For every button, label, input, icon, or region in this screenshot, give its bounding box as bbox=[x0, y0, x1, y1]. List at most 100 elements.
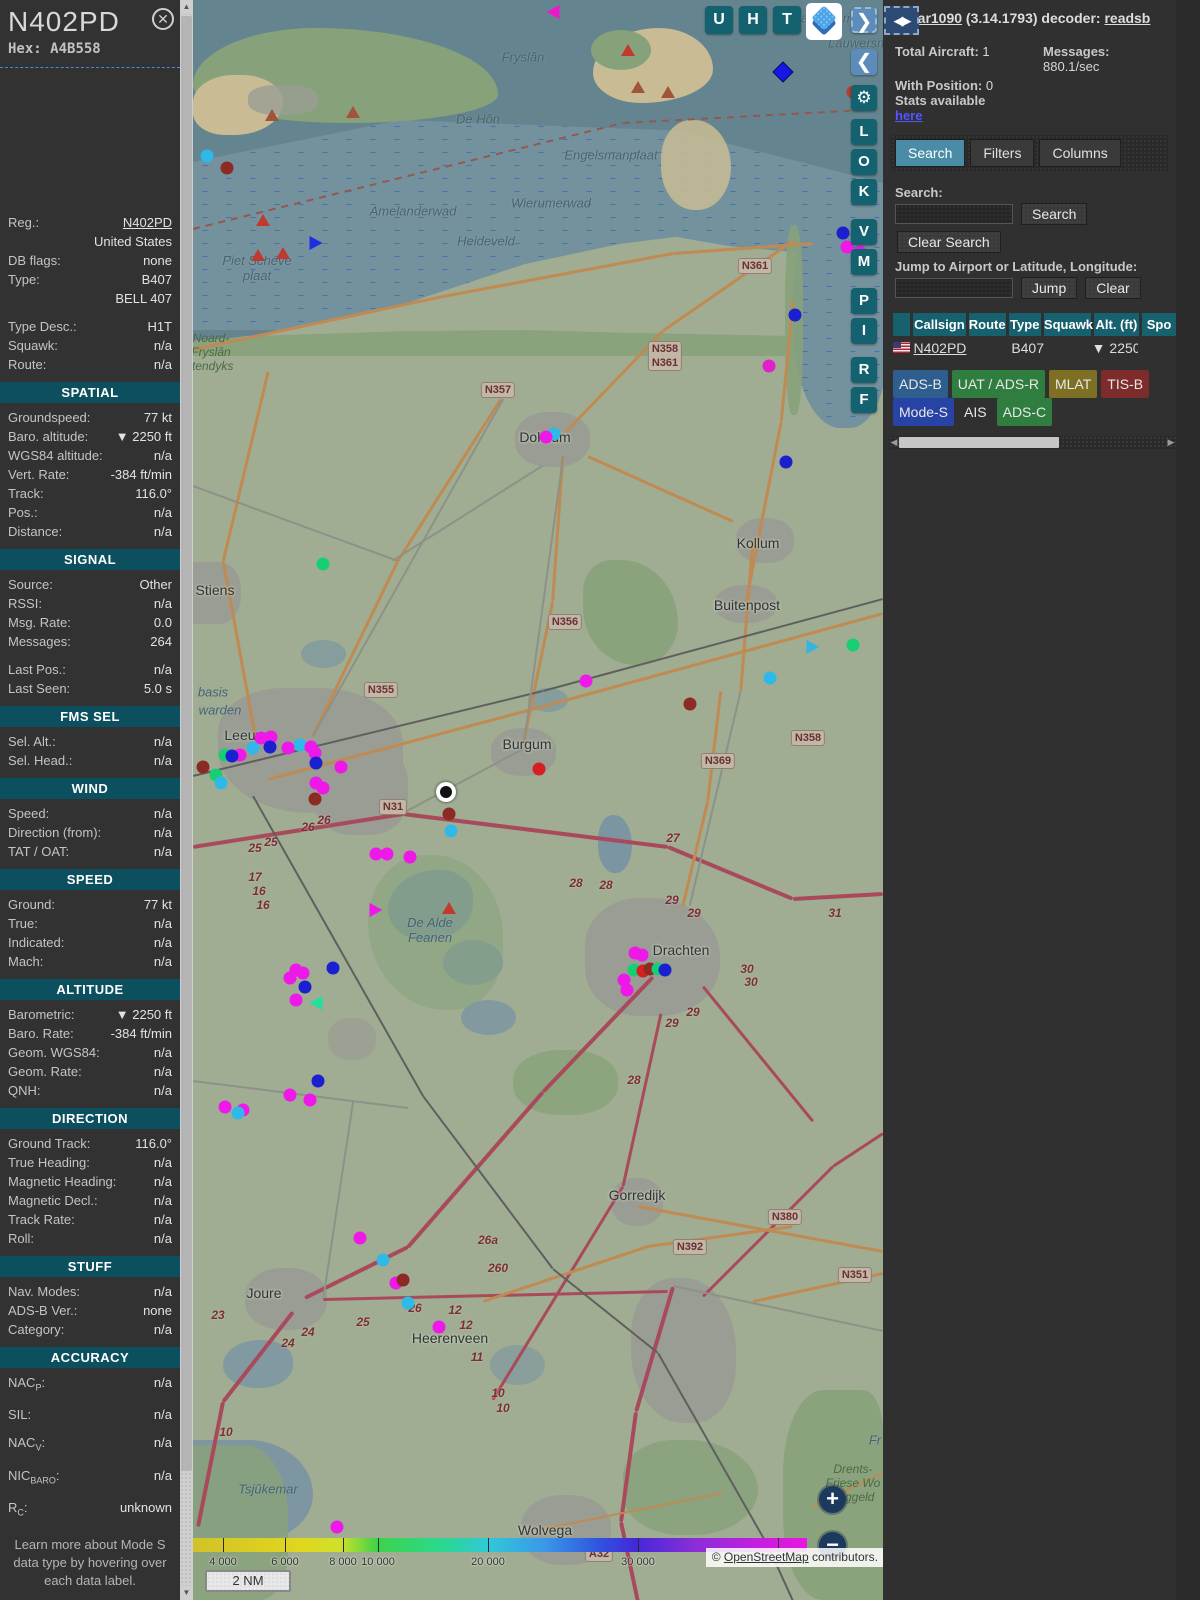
map[interactable]: Fryslân De Hôn Engelsmanplaat Amelanderwad W… bbox=[193, 0, 883, 1600]
badge-ais[interactable]: AIS bbox=[958, 398, 993, 426]
readsb-link[interactable]: readsb bbox=[1104, 10, 1150, 26]
tab-filters[interactable]: Filters bbox=[970, 139, 1035, 167]
map-button-v[interactable]: V bbox=[851, 219, 877, 245]
map-button-t[interactable]: T bbox=[773, 6, 801, 34]
aircraft-dot[interactable] bbox=[788, 308, 802, 322]
aircraft-dot[interactable] bbox=[289, 993, 303, 1007]
map-button-p[interactable]: P bbox=[851, 288, 877, 314]
aircraft-dot[interactable] bbox=[308, 792, 322, 806]
column-header-Callsign[interactable]: Callsign bbox=[913, 313, 966, 336]
aircraft-dot[interactable] bbox=[846, 638, 860, 652]
aircraft-dot[interactable] bbox=[214, 776, 228, 790]
table-hscrollbar[interactable]: ◀ ▶ bbox=[889, 436, 1176, 449]
column-header-Spo[interactable]: Spo bbox=[1141, 313, 1176, 336]
map-button-o[interactable]: O bbox=[851, 149, 877, 175]
badge-uat-ads-r[interactable]: UAT / ADS-R bbox=[951, 370, 1045, 398]
aircraft-dot[interactable] bbox=[296, 966, 310, 980]
zoom-in-button[interactable]: + bbox=[819, 1486, 846, 1513]
osm-link[interactable]: OpenStreetMap bbox=[724, 1550, 809, 1564]
badge-mlat[interactable]: MLAT bbox=[1048, 370, 1098, 398]
aircraft-dot[interactable] bbox=[330, 1520, 344, 1534]
aircraft-triangle[interactable] bbox=[309, 236, 323, 250]
aircraft-dot[interactable] bbox=[376, 1253, 390, 1267]
map-button-i[interactable]: I bbox=[851, 318, 877, 344]
aircraft-dot[interactable] bbox=[196, 760, 210, 774]
aircraft-dot[interactable] bbox=[380, 847, 394, 861]
map-button-u[interactable]: U bbox=[705, 6, 733, 34]
search-button[interactable]: Search bbox=[1021, 203, 1088, 225]
aircraft-triangle[interactable] bbox=[546, 5, 560, 19]
aircraft-dot[interactable] bbox=[401, 1296, 415, 1310]
aircraft-dot[interactable] bbox=[283, 1088, 297, 1102]
map-button-r[interactable]: R bbox=[851, 357, 877, 383]
column-header-Alt. (ft)[interactable]: Alt. (ft) bbox=[1093, 313, 1139, 336]
aircraft-dot[interactable] bbox=[444, 824, 458, 838]
aircraft-dot[interactable] bbox=[334, 760, 348, 774]
column-header-flag[interactable] bbox=[893, 313, 911, 336]
selected-aircraft-marker[interactable] bbox=[440, 786, 452, 798]
aircraft-dot[interactable] bbox=[432, 1320, 446, 1334]
jump-input[interactable] bbox=[895, 278, 1013, 298]
aircraft-dot[interactable] bbox=[281, 741, 295, 755]
tar1090-link[interactable]: tar1090 bbox=[913, 10, 962, 26]
aircraft-dot[interactable] bbox=[403, 850, 417, 864]
aircraft-dot[interactable] bbox=[311, 1074, 325, 1088]
map-button-h[interactable]: H bbox=[739, 6, 767, 34]
map-button-k[interactable]: K bbox=[851, 179, 877, 205]
aircraft-triangle[interactable] bbox=[631, 81, 645, 93]
callsign-cell[interactable]: N402PD bbox=[913, 340, 967, 356]
aircraft-dot[interactable] bbox=[620, 983, 634, 997]
tab-columns[interactable]: Columns bbox=[1039, 139, 1121, 167]
aircraft-triangle[interactable] bbox=[346, 106, 360, 118]
aircraft-dot[interactable] bbox=[316, 557, 330, 571]
aircraft-dot[interactable] bbox=[779, 455, 793, 469]
aircraft-dot[interactable] bbox=[539, 430, 553, 444]
settings-gear-button[interactable]: ⚙ bbox=[851, 85, 877, 111]
badge-mode-s[interactable]: Mode-S bbox=[893, 398, 955, 426]
aircraft-dot[interactable] bbox=[763, 671, 777, 685]
aircraft-dot[interactable] bbox=[218, 1100, 232, 1114]
aircraft-dot[interactable] bbox=[396, 1273, 410, 1287]
scroll-down-icon[interactable]: ▼ bbox=[180, 1586, 193, 1600]
aircraft-dot[interactable] bbox=[442, 807, 456, 821]
aircraft-dot[interactable] bbox=[231, 1106, 245, 1120]
expand-sidebar-button[interactable]: ❯ bbox=[851, 7, 877, 33]
aircraft-triangle[interactable] bbox=[442, 902, 456, 914]
aircraft-triangle[interactable] bbox=[661, 86, 675, 98]
clear-search-button[interactable]: Clear Search bbox=[897, 231, 1001, 253]
aircraft-dot[interactable] bbox=[762, 359, 776, 373]
aircraft-triangle[interactable] bbox=[369, 903, 383, 917]
aircraft-dot[interactable] bbox=[635, 948, 649, 962]
layers-button[interactable] bbox=[806, 3, 842, 40]
aircraft-dot[interactable] bbox=[683, 697, 697, 711]
aircraft-dot[interactable] bbox=[836, 226, 850, 240]
aircraft-dot[interactable] bbox=[298, 980, 312, 994]
badge-ads-b[interactable]: ADS-B bbox=[893, 370, 948, 398]
aircraft-dot[interactable] bbox=[532, 762, 546, 776]
aircraft-dot[interactable] bbox=[658, 963, 672, 977]
aircraft-triangle[interactable] bbox=[806, 640, 820, 654]
column-header-Route[interactable]: Route bbox=[968, 313, 1006, 336]
hscroll-right-icon[interactable]: ▶ bbox=[1166, 436, 1176, 449]
table-row[interactable]: N402PD B407 ▼ 2250 bbox=[893, 336, 1176, 360]
aircraft-dot[interactable] bbox=[303, 1093, 317, 1107]
aircraft-triangle[interactable] bbox=[265, 109, 279, 121]
badge-ads-c[interactable]: ADS-C bbox=[996, 398, 1053, 426]
column-header-Type[interactable]: Type bbox=[1008, 313, 1041, 336]
map-button-m[interactable]: M bbox=[851, 249, 877, 275]
hscroll-thumb[interactable] bbox=[899, 437, 1059, 448]
collapse-sidebar-button[interactable]: ❮ bbox=[851, 49, 877, 75]
scroll-up-icon[interactable]: ▲ bbox=[180, 0, 193, 14]
aircraft-dot[interactable] bbox=[200, 149, 214, 163]
jump-button[interactable]: Jump bbox=[1021, 277, 1078, 299]
aircraft-dot[interactable] bbox=[220, 161, 234, 175]
aircraft-dot[interactable] bbox=[353, 1231, 367, 1245]
aircraft-dot[interactable] bbox=[263, 740, 277, 754]
panel-toggle-button[interactable]: ◀▶ bbox=[884, 6, 919, 35]
search-input[interactable] bbox=[895, 204, 1013, 224]
aircraft-triangle[interactable] bbox=[256, 214, 270, 226]
detail-value[interactable]: N402PD bbox=[123, 215, 172, 231]
aircraft-dot[interactable] bbox=[579, 674, 593, 688]
map-button-l[interactable]: L bbox=[851, 119, 877, 145]
hscroll-left-icon[interactable]: ◀ bbox=[889, 436, 899, 449]
